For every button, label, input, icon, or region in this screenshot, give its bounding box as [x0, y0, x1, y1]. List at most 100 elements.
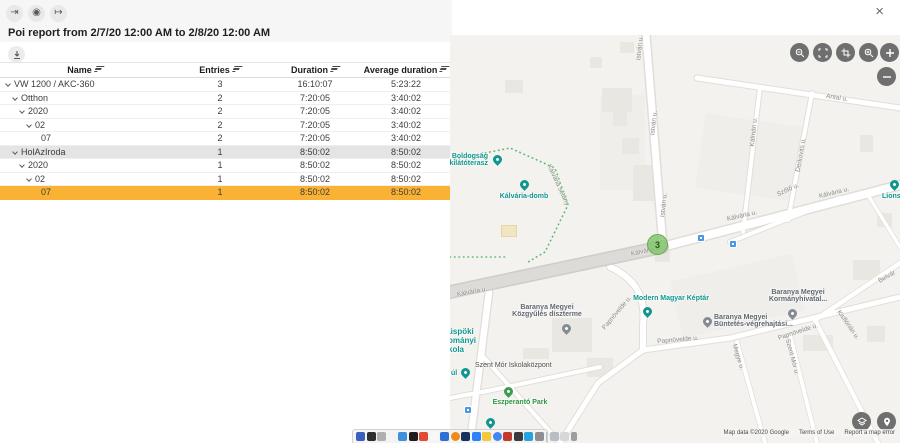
table-row[interactable]: VW 1200 / AKC-360 3 16:10:07 5:23:22 [0, 78, 452, 92]
crop-select-button[interactable] [836, 43, 855, 62]
expand-icon [818, 48, 828, 58]
poi-label[interactable]: lc Boldogságkilátóterasz [450, 153, 488, 167]
row-avg-duration: 8:50:02 [360, 174, 452, 184]
row-avg-duration: 8:50:02 [360, 160, 452, 170]
table-row-selected[interactable]: 07 1 8:50:02 8:50:02 [0, 186, 452, 200]
row-avg-duration: 3:40:02 [360, 120, 452, 130]
table-header-row: Name Entries Duration Average duration [0, 62, 452, 78]
chevron-down-icon[interactable] [5, 81, 11, 87]
zoom-out-button[interactable] [877, 67, 896, 86]
chevron-down-icon[interactable] [26, 176, 32, 182]
crop-icon [841, 48, 851, 58]
report-error-link[interactable]: Report a map error [844, 430, 895, 436]
dock-stack-icon[interactable] [560, 432, 569, 441]
dock-stack-icon[interactable] [550, 432, 559, 441]
zoom-in-search-button[interactable] [859, 43, 878, 62]
sort-icon [439, 66, 450, 73]
chevron-down-icon[interactable] [19, 108, 25, 114]
dock-app-icon[interactable] [451, 432, 460, 441]
table-row[interactable]: 07 2 7:20:05 3:40:02 [0, 132, 452, 146]
dock-app-icon[interactable] [503, 432, 512, 441]
row-duration: 8:50:02 [270, 160, 360, 170]
split-view-icon[interactable]: ◉ [28, 5, 45, 22]
poi-label[interactable]: Modern Magyar Képtár [633, 295, 709, 302]
fit-bounds-button[interactable] [813, 43, 832, 62]
terms-of-use-link[interactable]: Terms of Use [799, 430, 834, 436]
table-row[interactable]: 2020 2 7:20:05 3:40:02 [0, 105, 452, 119]
dock-app-icon[interactable] [440, 432, 449, 441]
poi-label[interactable]: üspökiományikola [450, 327, 476, 354]
poi-label[interactable]: Szent Mór Iskolaközpont [475, 362, 552, 369]
dock-app-icon[interactable] [472, 432, 481, 441]
dock-app-icon[interactable] [482, 432, 491, 441]
chevron-down-icon[interactable] [19, 162, 25, 168]
dock-app-icon[interactable] [377, 432, 386, 441]
bus-stop-icon[interactable] [465, 407, 471, 413]
row-name: 02 [35, 174, 45, 184]
header-label: Duration [291, 65, 328, 75]
table-row[interactable]: HolAzIroda 1 8:50:02 8:50:02 [0, 146, 452, 160]
bus-stop-icon[interactable] [730, 241, 736, 247]
sort-icon [329, 66, 340, 73]
table-row[interactable]: 02 1 8:50:02 8:50:02 [0, 173, 452, 187]
map-view[interactable]: István u. István u. István u. Antal u. K… [450, 35, 900, 443]
chevron-down-icon[interactable] [12, 149, 18, 155]
dock-app-icon[interactable] [398, 432, 407, 441]
expand-right-icon[interactable]: ↦ [50, 5, 67, 22]
poi-label[interactable]: Eszperantó Park [493, 399, 548, 406]
row-avg-duration: 3:40:02 [360, 93, 452, 103]
row-duration: 16:10:07 [270, 79, 360, 89]
chevron-down-icon[interactable] [26, 122, 32, 128]
dock-app-icon[interactable] [409, 432, 418, 441]
macos-dock[interactable] [352, 429, 548, 443]
table-row[interactable]: 2020 1 8:50:02 8:50:02 [0, 159, 452, 173]
poi-label[interactable]: Baranya MegyeiBüntetés-végrehajtási... [714, 314, 793, 328]
dock-app-icon[interactable] [514, 432, 523, 441]
poi-label[interactable]: Kálvária-domb [500, 193, 549, 200]
row-duration: 7:20:05 [270, 120, 360, 130]
dock-app-icon[interactable] [524, 432, 533, 441]
collapse-left-icon[interactable]: ⇥ [6, 5, 23, 22]
column-header-duration[interactable]: Duration [270, 65, 360, 75]
row-duration: 8:50:02 [270, 147, 360, 157]
dock-app-icon[interactable] [461, 432, 470, 441]
chevron-down-icon[interactable] [12, 95, 18, 101]
row-entries: 2 [170, 133, 270, 143]
bus-stop-icon[interactable] [698, 235, 704, 241]
dock-app-icon[interactable] [430, 432, 439, 441]
dock-app-icon[interactable] [367, 432, 376, 441]
layers-icon [857, 417, 867, 427]
zoom-in-button[interactable] [880, 43, 899, 62]
row-entries: 2 [170, 93, 270, 103]
row-avg-duration: 5:23:22 [360, 79, 452, 89]
dock-app-icon[interactable] [493, 432, 502, 441]
dock-app-icon[interactable] [419, 432, 428, 441]
minus-icon [882, 72, 892, 82]
poi-label[interactable]: Baranya MegyeiKormányhivatal... [769, 289, 827, 303]
column-header-name[interactable]: Name [0, 65, 170, 75]
table-row[interactable]: Otthon 2 7:20:05 3:40:02 [0, 92, 452, 106]
sort-icon [231, 66, 242, 73]
row-entries: 3 [170, 79, 270, 89]
location-pin-icon [882, 417, 892, 427]
table-row[interactable]: 02 2 7:20:05 3:40:02 [0, 119, 452, 133]
poi-label[interactable]: úl [451, 370, 457, 377]
dock-app-icon[interactable] [388, 432, 397, 441]
column-header-avg-duration[interactable]: Average duration [360, 65, 452, 75]
poi-label[interactable]: Lions [882, 193, 900, 200]
row-avg-duration: 8:50:02 [360, 147, 452, 157]
row-duration: 8:50:02 [270, 187, 360, 197]
close-icon[interactable]: × [875, 3, 884, 20]
dock-app-icon[interactable] [535, 432, 544, 441]
row-entries: 1 [170, 174, 270, 184]
dock-app-icon[interactable] [356, 432, 365, 441]
header-label: Name [67, 65, 92, 75]
download-button[interactable] [8, 46, 25, 63]
poi-cluster-marker[interactable]: 3 [647, 234, 668, 255]
poi-label[interactable]: Baranya MegyeiKözgyűlés díszterme [512, 304, 582, 318]
dock-trash-icon[interactable] [571, 432, 577, 441]
dock-separator [546, 432, 547, 442]
poi-report-table: Name Entries Duration Average duration V… [0, 62, 452, 200]
zoom-out-search-button[interactable] [790, 43, 809, 62]
column-header-entries[interactable]: Entries [170, 65, 270, 75]
